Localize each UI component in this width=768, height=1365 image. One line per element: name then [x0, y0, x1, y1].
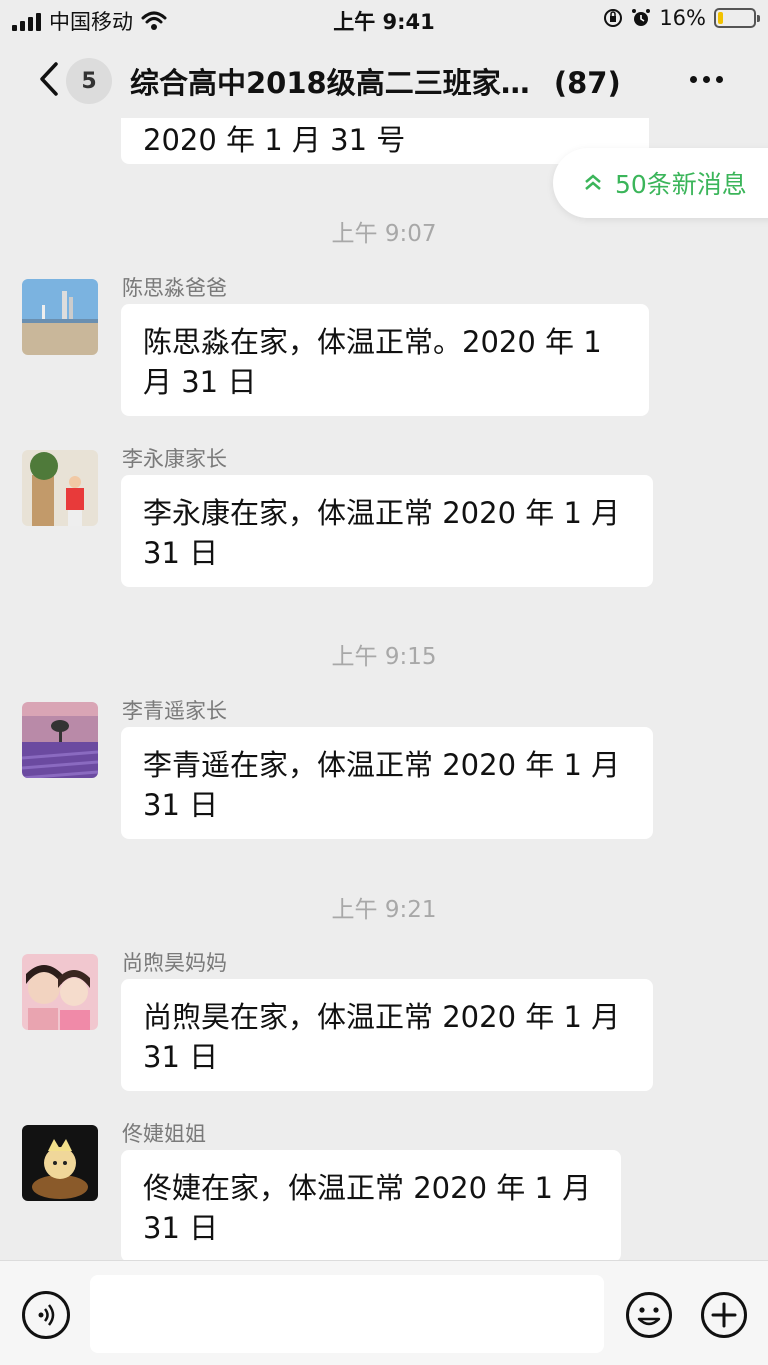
message-text-line: 李永康在家，体温正常 2020 年 1 月: [143, 496, 621, 530]
group-name: 综合高中2018级高二三班家…: [130, 66, 530, 100]
member-count: (87): [553, 66, 621, 100]
timestamp: 上午 9:15: [331, 644, 437, 670]
message-text-line: 陈思淼在家，体温正常。2020 年 1: [143, 325, 602, 359]
timestamp: 上午 9:21: [331, 897, 437, 923]
sender-name: 李青遥家长: [122, 699, 227, 723]
unread-count-badge[interactable]: 5: [66, 58, 112, 104]
double-chevron-up-icon: [585, 174, 601, 190]
message-bubble[interactable]: 李永康在家，体温正常 2020 年 1 月 31 日: [121, 475, 653, 587]
back-chevron-icon[interactable]: [30, 58, 70, 100]
message-text-line: 李青遥在家，体温正常 2020 年 1 月: [143, 748, 621, 782]
message-text-line: 31 日: [143, 1211, 219, 1245]
add-icon[interactable]: [700, 1291, 748, 1339]
message-text-line: 31 日: [143, 536, 219, 570]
message-input[interactable]: [90, 1275, 604, 1353]
message-bubble[interactable]: 陈思淼在家，体温正常。2020 年 1 月 31 日: [121, 304, 649, 416]
avatar[interactable]: [22, 450, 98, 526]
input-bar: [0, 1260, 768, 1365]
message-list[interactable]: 2020 年 1 月 31 号 50条新消息 上午 9:07 陈思淼爸爸 陈思淼…: [0, 118, 768, 1260]
message-text-line: 尚煦昊在家，体温正常 2020 年 1 月: [143, 1000, 621, 1034]
message-text-line: 佟婕在家，体温正常 2020 年 1 月: [143, 1171, 592, 1205]
sender-name: 陈思淼爸爸: [122, 276, 227, 300]
sender-name: 佟婕姐姐: [122, 1122, 206, 1146]
status-bar: 中国移动 上午 9:41 16%: [0, 0, 768, 40]
battery-icon: [714, 8, 760, 28]
message-text-line: 31 日: [143, 788, 219, 822]
status-right: 16%: [603, 6, 760, 30]
emoji-icon[interactable]: [625, 1291, 673, 1339]
alarm-icon: [632, 9, 651, 26]
avatar[interactable]: [22, 1125, 98, 1201]
message-text: 2020 年 1 月 31 号: [143, 123, 406, 157]
new-messages-button[interactable]: 50条新消息: [553, 148, 768, 218]
battery-percent: 16%: [659, 6, 706, 30]
avatar[interactable]: [22, 954, 98, 1030]
avatar[interactable]: [22, 279, 98, 355]
voice-icon[interactable]: [22, 1291, 70, 1339]
message-bubble[interactable]: 尚煦昊在家，体温正常 2020 年 1 月 31 日: [121, 979, 653, 1091]
nav-bar: 5 综合高中2018级高二三班家… (87): [0, 40, 768, 118]
sender-name: 李永康家长: [122, 447, 227, 471]
orientation-lock-icon: [604, 9, 623, 27]
more-icon[interactable]: [690, 76, 723, 83]
message-text-line: 月 31 日: [143, 365, 257, 399]
new-messages-label: 50条新消息: [615, 170, 747, 199]
chat-screen: 中国移动 上午 9:41 16% 5 综合高中2018级高二三班家… (87) …: [0, 0, 768, 1365]
message-text-line: 31 日: [143, 1040, 219, 1074]
sender-name: 尚煦昊妈妈: [122, 951, 227, 975]
message-bubble[interactable]: 李青遥在家，体温正常 2020 年 1 月 31 日: [121, 727, 653, 839]
chat-title: 综合高中2018级高二三班家… (87): [130, 60, 670, 102]
battery-level: [718, 12, 724, 24]
avatar[interactable]: [22, 702, 98, 778]
message-bubble[interactable]: 佟婕在家，体温正常 2020 年 1 月 31 日: [121, 1150, 621, 1260]
timestamp: 上午 9:07: [331, 221, 437, 247]
